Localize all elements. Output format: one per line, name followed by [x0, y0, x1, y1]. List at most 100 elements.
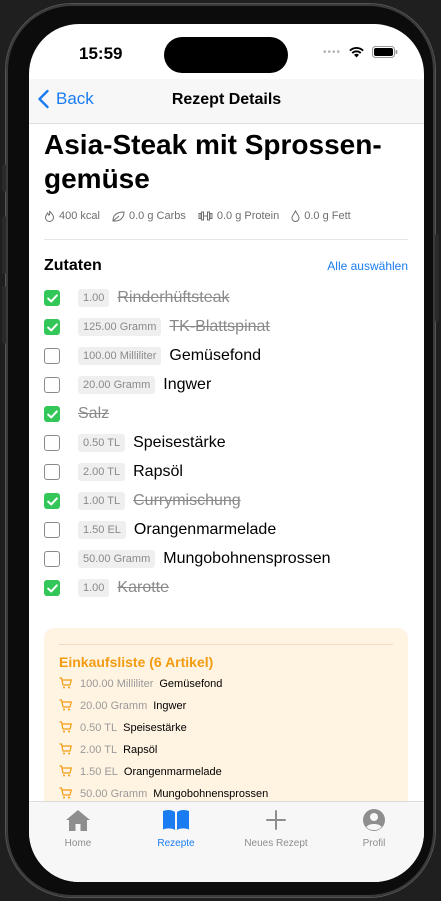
navigation-bar: Back Rezept Details [29, 79, 424, 124]
checkmark-icon [46, 583, 58, 592]
shopping-item-quantity: 1.50 EL [80, 766, 118, 778]
ingredient-checkbox[interactable] [44, 406, 60, 422]
ingredient-name: Mungobohnensprossen [163, 550, 331, 567]
ingredient-row[interactable]: 1.00 Rinderhüftsteak [44, 287, 229, 309]
ingredient-row[interactable]: 1.00 Karotte [44, 577, 169, 599]
shopping-item: 0.50 TL Speisestärke [59, 719, 187, 737]
ingredient-quantity: 0.50 TL [78, 434, 126, 452]
shopping-item-quantity: 20.00 Gramm [80, 700, 148, 712]
ingredient-row[interactable]: 1.50 EL Orangenmarmelade [44, 519, 276, 541]
ingredient-name: Gemüsefond [169, 347, 261, 364]
cellular-dots-icon: •••• [322, 46, 341, 58]
tab-label: Profil [362, 838, 386, 849]
battery-icon [372, 46, 398, 58]
power-button [435, 234, 439, 322]
flame-icon [44, 210, 55, 222]
ingredient-name: Salz [78, 405, 110, 422]
shopping-item-name: Speisestärke [123, 722, 187, 734]
ingredient-name: Orangenmarmelade [133, 521, 277, 538]
cart-icon [59, 786, 72, 802]
ingredient-checkbox[interactable] [44, 464, 60, 480]
shopping-item-name: Mungobohnensprossen [153, 788, 269, 800]
tab-profil[interactable]: Profil [329, 808, 419, 849]
nutrition-row: 400 kcal 0.0 g Carbs 0.0 g Protein 0.0 g… [44, 210, 351, 222]
ingredient-row[interactable]: 0.50 TL Speisestärke [44, 432, 226, 454]
ingredient-checkbox[interactable] [44, 319, 60, 335]
shopping-item-quantity: 2.00 TL [80, 744, 118, 756]
shopping-item-quantity: 50.00 Gramm [80, 788, 148, 800]
shopping-item-name: Orangenmarmelade [123, 766, 222, 778]
select-all-button[interactable]: Alle auswählen [327, 259, 408, 273]
ingredient-row[interactable]: 20.00 Gramm Ingwer [44, 374, 211, 396]
ingredient-name: Ingwer [163, 376, 212, 393]
shopping-item: 100.00 Milliliter Gemüsefond [59, 675, 222, 693]
fat-item: 0.0 g Fett [291, 210, 351, 222]
ingredient-name: Karotte [117, 579, 170, 596]
kcal-item: 400 kcal [44, 210, 100, 222]
ingredient-quantity: 2.00 TL [78, 463, 126, 481]
house-icon [66, 810, 90, 831]
ingredient-checkbox[interactable] [44, 435, 60, 451]
ingredient-quantity: 20.00 Gramm [78, 376, 156, 394]
ingredient-row[interactable]: 100.00 Milliliter Gemüsefond [44, 345, 261, 367]
kcal-value: 400 kcal [59, 210, 100, 222]
protein-value: 0.0 g Protein [216, 210, 280, 222]
ingredient-checkbox[interactable] [44, 493, 60, 509]
carbs-value: 0.0 g Carbs [128, 210, 186, 222]
drop-icon [291, 210, 300, 222]
section-divider [44, 239, 408, 240]
tab-neues-rezept[interactable]: Neues Rezept [231, 808, 321, 849]
shopping-item: 2.00 TL Rapsöl [59, 741, 157, 759]
tab-rezepte[interactable]: Rezepte [131, 808, 221, 849]
ingredient-row[interactable]: Salz [44, 403, 109, 425]
ingredient-row[interactable]: 1.00 TL Currymischung [44, 490, 241, 512]
recipe-title: Asia-Steak mit Sprossen-gemüse [44, 129, 382, 194]
cart-icon [59, 742, 72, 758]
ingredient-quantity: 100.00 Milliliter [78, 347, 162, 365]
ingredient-checkbox[interactable] [44, 290, 60, 306]
ingredient-name: Speisestärke [133, 434, 226, 451]
mute-switch [2, 164, 6, 192]
volume-down-button [2, 286, 6, 344]
checkmark-icon [46, 322, 58, 331]
tab-bar: Home Rezepte Neues Rezept Profil [29, 801, 424, 882]
ingredient-row[interactable]: 50.00 Gramm Mungobohnensprossen [44, 548, 330, 570]
ingredient-quantity: 1.00 TL [78, 492, 126, 510]
phone-frame: 15:59 •••• Back Rezept Details Asia-Stea… [2, 4, 439, 897]
ingredient-checkbox[interactable] [44, 551, 60, 567]
tab-label: Rezepte [157, 838, 195, 849]
ingredient-quantity: 50.00 Gramm [78, 550, 156, 568]
ingredient-row[interactable]: 2.00 TL Rapsöl [44, 461, 183, 483]
ingredient-quantity: 1.00 [78, 289, 110, 307]
shopping-list-title: Einkaufsliste (6 Artikel) [59, 654, 214, 670]
cart-icon [59, 676, 72, 692]
ingredient-checkbox[interactable] [44, 348, 60, 364]
dumbbell-icon [198, 211, 213, 221]
shopping-item-name: Gemüsefond [159, 678, 223, 690]
book-icon [163, 809, 189, 830]
cart-icon [59, 698, 72, 714]
shopping-item: 1.50 EL Orangenmarmelade [59, 763, 222, 781]
wifi-icon [349, 47, 364, 58]
ingredient-checkbox[interactable] [44, 522, 60, 538]
shopping-divider [59, 644, 393, 645]
shopping-item-quantity: 0.50 TL [80, 722, 118, 734]
shopping-item-name: Rapsöl [123, 744, 158, 756]
volume-up-button [2, 216, 6, 274]
ingredients-heading: Zutaten [44, 257, 102, 274]
cart-icon [59, 764, 72, 780]
ingredient-checkbox[interactable] [44, 580, 60, 596]
leaf-icon [112, 210, 125, 221]
dynamic-island [164, 37, 288, 73]
tab-home[interactable]: Home [33, 808, 123, 849]
screen: 15:59 •••• Back Rezept Details Asia-Stea… [29, 24, 424, 882]
shopping-list-card: Einkaufsliste (6 Artikel) 100.00 Millili… [44, 628, 408, 818]
ingredient-checkbox[interactable] [44, 377, 60, 393]
ingredient-row[interactable]: 125.00 Gramm TK-Blattspinat [44, 316, 270, 338]
nav-title: Rezept Details [171, 91, 282, 108]
tab-label: Home [64, 838, 92, 849]
status-icons: •••• [323, 46, 398, 58]
status-time: 15:59 [79, 44, 123, 63]
shopping-item: 20.00 Gramm Ingwer [59, 697, 186, 715]
tab-label: Neues Rezept [244, 838, 308, 849]
